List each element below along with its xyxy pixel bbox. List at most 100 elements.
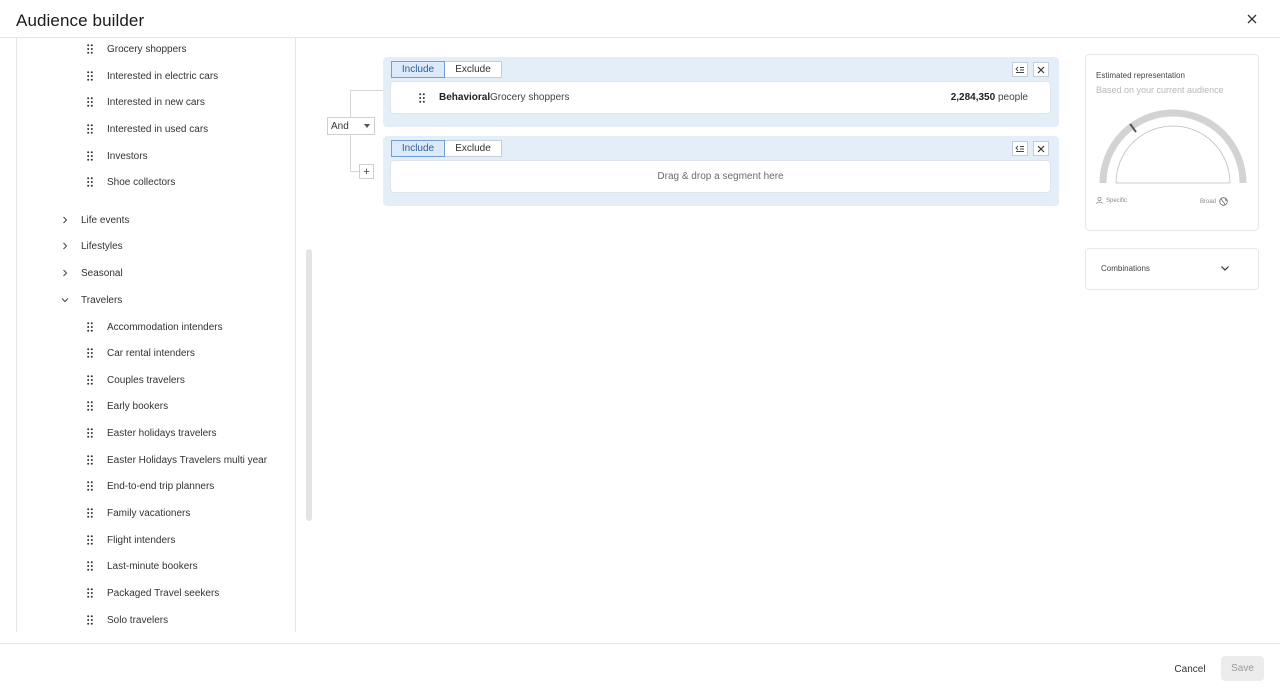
operator-value: And bbox=[331, 120, 349, 132]
drag-handle-icon[interactable] bbox=[87, 615, 95, 625]
tree-leaf-couples-travelers[interactable]: Couples travelers bbox=[87, 370, 185, 390]
cancel-button[interactable]: Cancel bbox=[1162, 660, 1218, 678]
tree-leaf-shoe-collectors[interactable]: Shoe collectors bbox=[87, 172, 175, 192]
tree-leaf-end-to-end-trip-planners[interactable]: End-to-end trip planners bbox=[87, 476, 214, 496]
drag-handle-icon[interactable] bbox=[87, 322, 95, 332]
tree-leaf-label: Last-minute bookers bbox=[107, 560, 198, 572]
tree-leaf-label: Car rental intenders bbox=[107, 347, 195, 359]
tree-leaf-label: Investors bbox=[107, 150, 148, 162]
tree-category-travelers[interactable]: Travelers bbox=[61, 290, 122, 310]
drag-handle-icon[interactable] bbox=[87, 401, 95, 411]
tree-category-label: Life events bbox=[81, 214, 130, 226]
drag-handle-icon[interactable] bbox=[87, 177, 95, 187]
tree-leaf-label: Packaged Travel seekers bbox=[107, 587, 220, 599]
chevron-down-icon[interactable] bbox=[1220, 265, 1230, 272]
globe-icon bbox=[1219, 197, 1228, 206]
tree-category-label: Travelers bbox=[81, 294, 123, 306]
drag-handle-icon[interactable] bbox=[87, 151, 95, 161]
close-icon[interactable] bbox=[1033, 62, 1049, 77]
include-button[interactable]: Include bbox=[391, 61, 445, 78]
drag-handle-icon[interactable] bbox=[87, 455, 95, 465]
drag-handle-icon[interactable] bbox=[419, 93, 425, 103]
representation-gauge bbox=[1099, 109, 1247, 184]
tree-category-label: Seasonal bbox=[81, 267, 123, 279]
tree-leaf-label: Flight intenders bbox=[107, 534, 176, 546]
estimated-representation-card: Estimated representation Based on your c… bbox=[1085, 54, 1259, 231]
combinations-label: Combinations bbox=[1101, 264, 1150, 273]
exclude-button[interactable]: Exclude bbox=[445, 140, 502, 157]
add-group-button[interactable]: + bbox=[359, 164, 374, 179]
tree-leaf-label: Easter holidays travelers bbox=[107, 427, 217, 439]
filter-list-icon[interactable] bbox=[1012, 62, 1028, 77]
drag-handle-icon[interactable] bbox=[87, 535, 95, 545]
tree-leaf-label: End-to-end trip planners bbox=[107, 480, 215, 492]
tree-category-lifestyles[interactable]: Lifestyles bbox=[61, 236, 123, 256]
segment-row[interactable]: Behavioral Grocery shoppers 2,284,350 pe… bbox=[391, 82, 1050, 113]
drag-handle-icon[interactable] bbox=[87, 348, 95, 358]
drag-handle-icon[interactable] bbox=[87, 71, 95, 81]
caret-down-icon bbox=[364, 124, 370, 128]
segment-count-value: 2,284,350 bbox=[950, 92, 996, 103]
tree-leaf-family-vacationers[interactable]: Family vacationers bbox=[87, 503, 190, 523]
drag-handle-icon[interactable] bbox=[87, 375, 95, 385]
drag-handle-icon[interactable] bbox=[87, 44, 95, 54]
tree-leaf-label: Solo travelers bbox=[107, 614, 169, 626]
page-title: Audience builder bbox=[16, 11, 145, 30]
tree-leaf-interested-new-cars[interactable]: Interested in new cars bbox=[87, 92, 205, 112]
estimate-subtitle: Based on your current audience bbox=[1096, 85, 1224, 95]
chevron-right-icon[interactable] bbox=[61, 242, 69, 250]
tree-leaf-label: Interested in electric cars bbox=[107, 70, 219, 82]
combinations-accordion[interactable]: Combinations bbox=[1085, 248, 1259, 290]
drag-handle-icon[interactable] bbox=[87, 97, 95, 107]
drag-handle-icon[interactable] bbox=[87, 481, 95, 491]
estimate-specific: Specific bbox=[1096, 197, 1127, 204]
estimate-broad: Broad bbox=[1200, 197, 1228, 206]
filter-list-icon[interactable] bbox=[1012, 141, 1028, 156]
tree-leaf-interested-electric-cars[interactable]: Interested in electric cars bbox=[87, 66, 218, 86]
tree-leaf-easter-holidays-travelers[interactable]: Easter holidays travelers bbox=[87, 423, 217, 443]
tree-leaf-early-bookers[interactable]: Early bookers bbox=[87, 396, 168, 416]
drag-handle-icon[interactable] bbox=[87, 428, 95, 438]
drag-handle-icon[interactable] bbox=[87, 124, 95, 134]
include-exclude-toggle: Include Exclude bbox=[391, 61, 502, 78]
tree-leaf-accommodation-intenders[interactable]: Accommodation intenders bbox=[87, 317, 223, 337]
chevron-down-icon[interactable] bbox=[61, 297, 69, 303]
tree-leaf-label: Grocery shoppers bbox=[107, 43, 187, 55]
segment-drop-zone[interactable]: Drag & drop a segment here bbox=[391, 161, 1050, 192]
tree-category-life-events[interactable]: Life events bbox=[61, 210, 129, 230]
drag-handle-icon[interactable] bbox=[87, 561, 95, 571]
drag-handle-icon[interactable] bbox=[87, 588, 95, 598]
tree-leaf-grocery-shoppers[interactable]: Grocery shoppers bbox=[87, 39, 186, 59]
tree-leaf-label: Interested in used cars bbox=[107, 123, 209, 135]
tree-leaf-last-minute-bookers[interactable]: Last-minute bookers bbox=[87, 556, 198, 576]
segment-group-1: Include Exclude Behavioral Grocery shopp… bbox=[383, 57, 1059, 127]
tree-leaf-solo-travelers[interactable]: Solo travelers bbox=[87, 610, 168, 630]
drag-handle-icon[interactable] bbox=[87, 508, 95, 518]
segment-group-2: Include Exclude Drag & drop a segment he… bbox=[383, 136, 1059, 206]
include-button[interactable]: Include bbox=[391, 140, 445, 157]
save-button[interactable]: Save bbox=[1221, 656, 1264, 681]
chevron-right-icon[interactable] bbox=[61, 269, 69, 277]
tree-leaf-label: Shoe collectors bbox=[107, 176, 176, 188]
exclude-button[interactable]: Exclude bbox=[445, 61, 502, 78]
tree-leaf-packaged-travel-seekers[interactable]: Packaged Travel seekers bbox=[87, 583, 219, 603]
builder-scrollbar[interactable] bbox=[306, 249, 312, 521]
tree-category-label: Lifestyles bbox=[81, 240, 123, 252]
tree-leaf-label: Couples travelers bbox=[107, 374, 185, 386]
tree-leaf-interested-used-cars[interactable]: Interested in used cars bbox=[87, 119, 208, 139]
tree-leaf-easter-holidays-multi-year[interactable]: Easter Holidays Travelers multi year bbox=[87, 450, 267, 470]
tree-category-seasonal[interactable]: Seasonal bbox=[61, 263, 123, 283]
tree-leaf-label: Early bookers bbox=[107, 400, 169, 412]
close-icon[interactable] bbox=[1244, 11, 1260, 27]
tree-leaf-flight-intenders[interactable]: Flight intenders bbox=[87, 530, 175, 550]
tree-leaf-investors[interactable]: Investors bbox=[87, 146, 148, 166]
footer: Cancel Save bbox=[0, 643, 1280, 692]
segment-count-unit: people bbox=[997, 92, 1028, 103]
operator-select[interactable]: And bbox=[327, 117, 375, 135]
tree-leaf-label: Family vacationers bbox=[107, 507, 191, 519]
estimate-right-label: Broad bbox=[1199, 198, 1216, 205]
tree-leaf-car-rental-intenders[interactable]: Car rental intenders bbox=[87, 343, 195, 363]
tree-leaf-label: Accommodation intenders bbox=[107, 321, 223, 333]
chevron-right-icon[interactable] bbox=[61, 216, 69, 224]
close-icon[interactable] bbox=[1033, 141, 1049, 156]
